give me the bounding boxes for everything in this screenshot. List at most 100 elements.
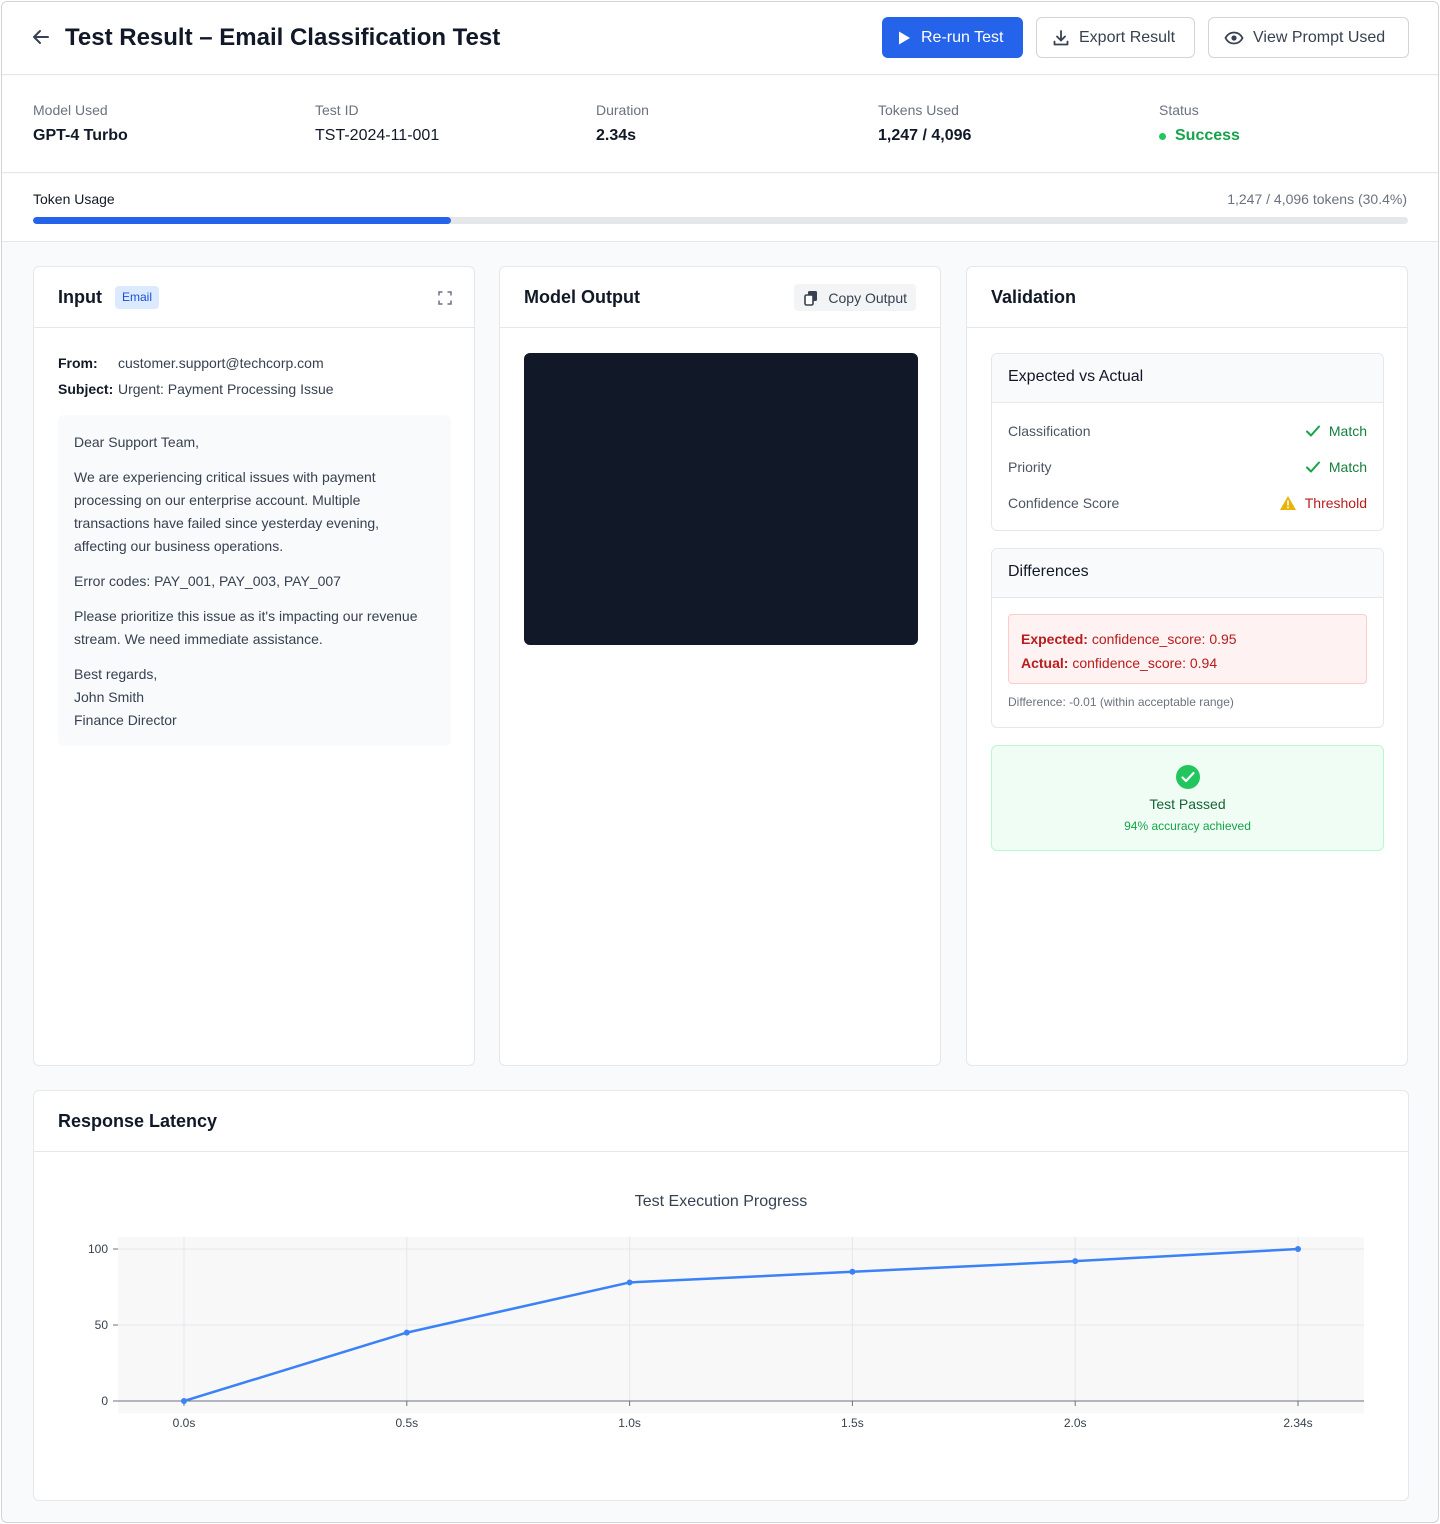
chart-title: Test Execution Progress <box>635 1193 808 1210</box>
email-signoff: Best regards, <box>74 666 158 682</box>
tokens-used: Tokens Used 1,247 / 4,096 <box>878 102 971 145</box>
model-used: Model Used GPT-4 Turbo <box>33 102 128 145</box>
model-output-code-block <box>524 353 918 645</box>
email-paragraph: We are experiencing critical issues with… <box>74 469 380 554</box>
expected-value: confidence_score: 0.95 <box>1091 631 1237 647</box>
input-type-badge: Email <box>115 286 160 309</box>
differences-card: Differences Expected: confidence_score: … <box>991 548 1384 728</box>
expected-key: Expected: <box>1021 631 1088 647</box>
check-result-label: Match <box>1328 423 1367 439</box>
check-row-priority: Priority Match <box>992 449 1383 485</box>
check-list: Classification Match Priority Match Conf… <box>992 403 1383 521</box>
check-circle-icon <box>1176 765 1200 789</box>
test-passed-card: Test Passed 94% accuracy achieved <box>991 745 1384 851</box>
check-icon <box>1305 425 1320 437</box>
status-badge: Success <box>1159 127 1240 145</box>
model-output-panel: Model Output Copy Output <box>499 266 941 1066</box>
export-result-button[interactable]: Export Result <box>1036 17 1195 58</box>
x-tick-label: 1.0s <box>618 1416 641 1430</box>
rerun-test-label: Re-run Test <box>921 28 1004 46</box>
view-prompt-button[interactable]: View Prompt Used <box>1208 17 1409 58</box>
y-tick-label: 50 <box>95 1318 109 1332</box>
token-usage: Token Usage 1,247 / 4,096 tokens (30.4%) <box>2 174 1438 242</box>
email-body: Dear Support Team, We are experiencing c… <box>58 415 451 746</box>
duration: Duration 2.34s <box>596 102 649 145</box>
differences-box: Expected: confidence_score: 0.95 Actual:… <box>1008 614 1367 684</box>
test-passed-title: Test Passed <box>1149 796 1226 812</box>
token-usage-fill <box>33 217 451 224</box>
token-usage-bar <box>33 217 1408 224</box>
check-label: Classification <box>1008 423 1091 439</box>
data-point <box>849 1268 856 1275</box>
check-result-label: Threshold <box>1304 495 1367 511</box>
test-passed-subtitle: 94% accuracy achieved <box>1124 819 1251 833</box>
model-output-header: Model Output Copy Output <box>500 267 940 328</box>
play-icon <box>899 31 910 44</box>
check-row-confidence: Confidence Score Threshold <box>992 485 1383 521</box>
check-label: Priority <box>1008 459 1052 475</box>
expected-line: Expected: confidence_score: 0.95 <box>1021 627 1354 651</box>
validation-header: Validation <box>967 267 1407 328</box>
check-icon <box>1305 461 1320 473</box>
model-output-title: Model Output <box>524 287 640 307</box>
check-row-classification: Classification Match <box>992 413 1383 449</box>
tokens-used-label: Tokens Used <box>878 102 959 118</box>
status-value: Success <box>1175 127 1240 144</box>
input-panel: Input Email From: customer.support@techc… <box>33 266 475 1066</box>
data-point <box>626 1279 633 1286</box>
email-error-codes: Error codes: PAY_001, PAY_003, PAY_007 <box>74 573 341 589</box>
actual-value: confidence_score: 0.94 <box>1072 655 1218 671</box>
email-from-label: From: <box>58 355 98 371</box>
response-latency-header: Response Latency <box>34 1091 1408 1152</box>
data-point <box>1295 1246 1301 1252</box>
x-tick-label: 2.34s <box>1283 1416 1312 1430</box>
x-tick-label: 1.5s <box>841 1416 864 1430</box>
x-tick-label: 0.0s <box>173 1416 196 1430</box>
email-meta: From: customer.support@techcorp.com Subj… <box>58 355 334 407</box>
rerun-test-button[interactable]: Re-run Test <box>882 17 1023 58</box>
validation-title: Validation <box>991 287 1077 307</box>
check-result: Threshold <box>1279 495 1367 511</box>
input-panel-header: Input Email <box>34 267 474 328</box>
status-dot-icon <box>1159 132 1166 140</box>
export-result-label: Export Result <box>1079 28 1176 46</box>
actual-line: Actual: confidence_score: 0.94 <box>1021 651 1354 675</box>
email-paragraph: Please prioritize this issue as it's imp… <box>74 608 418 647</box>
difference-note: Difference: -0.01 (within acceptable ran… <box>1008 695 1234 709</box>
token-usage-summary: 1,247 / 4,096 tokens (30.4%) <box>1227 191 1407 207</box>
page-title: Test Result – Email Classification Test <box>65 24 501 51</box>
expected-vs-actual-title: Expected vs Actual <box>992 354 1383 403</box>
back-arrow-icon[interactable] <box>30 26 52 48</box>
eye-icon <box>1224 31 1244 44</box>
validation-panel: Validation Expected vs Actual Classifica… <box>966 266 1408 1066</box>
response-latency-panel: Response Latency Test Execution Progress… <box>33 1090 1409 1501</box>
email-subject-label: Subject: <box>58 381 114 397</box>
tokens-used-value: 1,247 / 4,096 <box>878 127 972 144</box>
response-latency-title: Response Latency <box>58 1111 218 1131</box>
warning-icon <box>1279 496 1296 510</box>
email-subject-row: Subject: Urgent: Payment Processing Issu… <box>58 381 334 407</box>
input-panel-title: Input <box>58 287 102 307</box>
y-tick-label: 100 <box>88 1242 108 1256</box>
duration-label: Duration <box>596 102 649 118</box>
copy-icon <box>804 290 818 306</box>
model-used-value: GPT-4 Turbo <box>33 127 128 144</box>
expand-icon[interactable] <box>438 291 452 305</box>
email-subject-value: Urgent: Payment Processing Issue <box>118 381 334 397</box>
actual-key: Actual: <box>1021 655 1069 671</box>
email-from-row: From: customer.support@techcorp.com <box>58 355 334 381</box>
y-tick-label: 0 <box>101 1394 108 1408</box>
status-label: Status <box>1159 102 1199 118</box>
latency-chart: Test Execution Progress 0 50 100 0.0s 0.5s 1.… <box>88 1193 1364 1430</box>
x-tick-label: 0.5s <box>395 1416 418 1430</box>
copy-output-button[interactable]: Copy Output <box>794 284 916 311</box>
test-id-label: Test ID <box>315 102 359 118</box>
app-window: Test Result – Email Classification Test … <box>1 1 1439 1523</box>
view-prompt-label: View Prompt Used <box>1253 28 1386 46</box>
email-greeting: Dear Support Team, <box>74 434 200 450</box>
data-point <box>403 1329 410 1336</box>
model-used-label: Model Used <box>33 102 108 118</box>
email-sender-name: John Smith <box>74 689 145 705</box>
duration-value: 2.34s <box>596 127 637 144</box>
differences-title: Differences <box>992 549 1383 598</box>
